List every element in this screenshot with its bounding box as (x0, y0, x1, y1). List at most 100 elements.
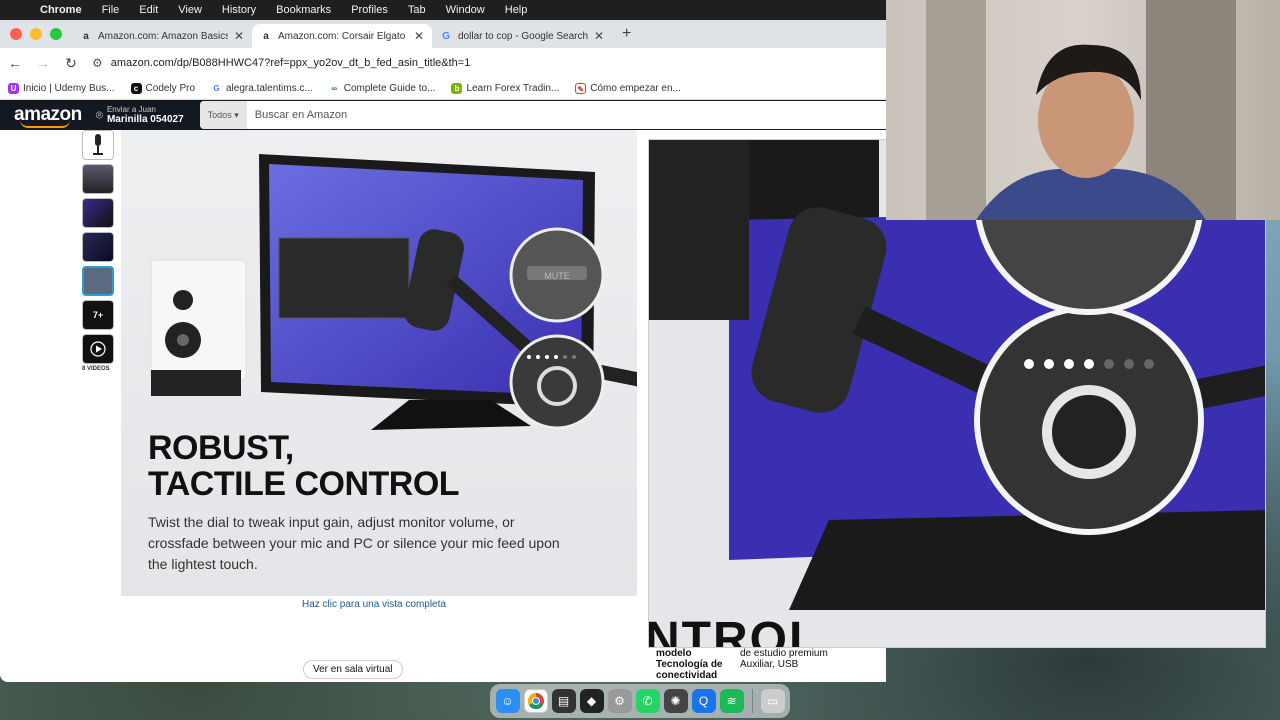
tab-corsair-elgato[interactable]: a Amazon.com: Corsair Elgato F ✕ (252, 24, 432, 48)
cursor-app-icon[interactable]: ◆ (579, 689, 604, 713)
spec-row: Tecnología de conectividad Auxiliar, USB (656, 659, 828, 681)
main-product-image[interactable]: MUTE ROBUST, TACTILE CONTROL Twist the d… (121, 130, 637, 596)
headline-line2: TACTILE CONTROL (148, 465, 460, 503)
close-window-button[interactable] (10, 28, 22, 40)
menu-app-name[interactable]: Chrome (36, 4, 92, 16)
amazon-favicon-icon: a (83, 30, 89, 42)
amazon-search-bar[interactable]: Todos ▾ Buscar en Amazon (199, 101, 886, 129)
notes-icon[interactable]: ▤ (551, 689, 576, 713)
headline-line1: ROBUST, (148, 429, 294, 467)
zoom-window-button[interactable] (50, 28, 62, 40)
deliver-line1: Enviar a Juan (106, 105, 156, 114)
thumbnail-more[interactable]: 7+ (82, 300, 114, 330)
address-bar[interactable]: ⚙ amazon.com/dp/B088HHWC47?ref=ppx_yo2ov… (92, 51, 878, 75)
menu-history[interactable]: History (212, 4, 266, 16)
browser-toolbar: ← → ↻ ⚙ amazon.com/dp/B088HHWC47?ref=ppx… (0, 48, 886, 78)
codely-icon: c (130, 83, 142, 94)
bookmark-label: Inicio | Udemy Bus... (23, 83, 115, 94)
webcam-person (926, 0, 1236, 220)
bookmark-label: alegra.talentims.c... (226, 83, 313, 94)
spec-value: de estudio premium (740, 648, 828, 659)
thumbnail-microphone[interactable] (82, 130, 114, 160)
finder-icon[interactable]: ☺ (495, 689, 520, 713)
menu-bookmarks[interactable]: Bookmarks (266, 4, 341, 16)
quicktime-icon[interactable]: Q (691, 689, 716, 713)
window-controls (0, 28, 72, 48)
minimize-window-button[interactable] (30, 28, 42, 40)
dock-separator (751, 689, 753, 713)
google-favicon-icon: G (442, 30, 450, 42)
bookmark-alegra[interactable]: G alegra.talentims.c... (211, 83, 313, 94)
spec-key: Tecnología de conectividad (656, 659, 723, 681)
menu-file[interactable]: File (92, 4, 130, 16)
spotify-icon[interactable]: ≋ (719, 689, 744, 713)
search-category-label: Todos (207, 110, 232, 120)
google-icon: G (211, 83, 222, 94)
zoom-text: NTROL (648, 613, 821, 648)
location-pin-icon: ⌾ (95, 107, 103, 122)
thumbnail-4[interactable] (82, 232, 114, 262)
deliver-to[interactable]: ⌾ Enviar a Juan Marinilla 054027 (96, 105, 200, 125)
bookmark-label: Learn Forex Tradin... (466, 83, 560, 94)
amazon-header: amazon ⌾ Enviar a Juan Marinilla 054027 … (0, 100, 886, 130)
trash-icon[interactable]: ▭ (760, 689, 785, 713)
chrome-icon[interactable] (523, 689, 548, 713)
chatgpt-icon[interactable]: ✺ (663, 689, 688, 713)
search-category-dropdown[interactable]: Todos ▾ (199, 101, 247, 129)
menu-edit[interactable]: Edit (129, 4, 168, 16)
close-tab-icon[interactable]: ✕ (594, 29, 604, 43)
menu-tab[interactable]: Tab (398, 4, 436, 16)
bookmark-como-empezar[interactable]: ✎ Cómo empezar en... (575, 83, 681, 94)
reload-icon[interactable]: ↻ (64, 55, 78, 72)
edit-icon: ✎ (575, 83, 587, 94)
bookmark-forex[interactable]: b Learn Forex Tradin... (451, 83, 559, 94)
webcam-overlay (886, 0, 1280, 220)
thumbnail-selected[interactable] (82, 266, 114, 296)
tab-title: Amazon.com: Amazon Basics (98, 30, 228, 42)
tab-strip: a Amazon.com: Amazon Basics ✕ a Amazon.c… (0, 20, 886, 48)
menu-help[interactable]: Help (495, 4, 538, 16)
whatsapp-icon[interactable]: ✆ (635, 689, 660, 713)
mute-label-svg: MUTE (544, 271, 570, 281)
thumbnail-2[interactable] (82, 164, 114, 194)
product-headline: ROBUST, TACTILE CONTROL (148, 429, 460, 503)
view-full-link[interactable]: Haz clic para una vista completa (302, 599, 446, 610)
bookmark-complete-guide[interactable]: ∞ Complete Guide to... (328, 83, 436, 94)
infinity-icon: ∞ (328, 83, 340, 94)
bookmark-label: Complete Guide to... (343, 83, 436, 94)
product-description: Twist the dial to tweak input gain, adju… (148, 514, 560, 572)
menu-window[interactable]: Window (436, 4, 495, 16)
search-input[interactable]: Buscar en Amazon (247, 109, 347, 121)
tab-title: Amazon.com: Corsair Elgato F (278, 30, 408, 42)
amazon-logo[interactable]: amazon (0, 104, 96, 128)
menu-view[interactable]: View (168, 4, 212, 16)
virtual-view-button[interactable]: Ver en sala virtual (303, 660, 403, 679)
site-settings-icon[interactable]: ⚙ (92, 56, 103, 70)
thumbnail-videos[interactable] (82, 334, 114, 364)
tab-amazon-basics[interactable]: a Amazon.com: Amazon Basics ✕ (72, 24, 252, 48)
macos-dock: ☺ ▤ ◆ ⚙ ✆ ✺ Q ≋ ▭ (490, 684, 790, 718)
settings-icon[interactable]: ⚙ (607, 689, 632, 713)
forex-icon: b (451, 83, 463, 94)
menu-profiles[interactable]: Profiles (341, 4, 398, 16)
bookmark-label: Cómo empezar en... (590, 83, 681, 94)
thumbnail-3[interactable] (82, 198, 114, 228)
url-text: amazon.com/dp/B088HHWC47?ref=ppx_yo2ov_d… (110, 57, 471, 69)
tab-google-search[interactable]: G dollar to cop - Google Search ✕ (432, 24, 612, 48)
close-tab-icon[interactable]: ✕ (414, 29, 424, 43)
bookmark-udemy[interactable]: U Inicio | Udemy Bus... (8, 83, 115, 94)
back-arrow-icon[interactable]: ← (8, 55, 22, 71)
forward-arrow-icon[interactable]: → (36, 55, 50, 71)
bookmark-codely[interactable]: c Codely Pro (130, 83, 195, 94)
videos-label: 8 VIDEOS (82, 366, 110, 372)
bookmarks-bar: U Inicio | Udemy Bus... c Codely Pro G a… (0, 78, 886, 100)
chrome-logo-icon (527, 692, 544, 710)
spec-value: Auxiliar, USB (740, 659, 799, 670)
bookmark-label: Codely Pro (145, 83, 195, 94)
udemy-icon: U (8, 83, 19, 94)
amazon-favicon-icon: a (263, 30, 269, 42)
thumbnail-strip: 7+ 8 VIDEOS (82, 130, 114, 372)
new-tab-icon[interactable]: + (612, 25, 641, 48)
close-tab-icon[interactable]: ✕ (234, 29, 244, 43)
play-icon (90, 341, 106, 357)
